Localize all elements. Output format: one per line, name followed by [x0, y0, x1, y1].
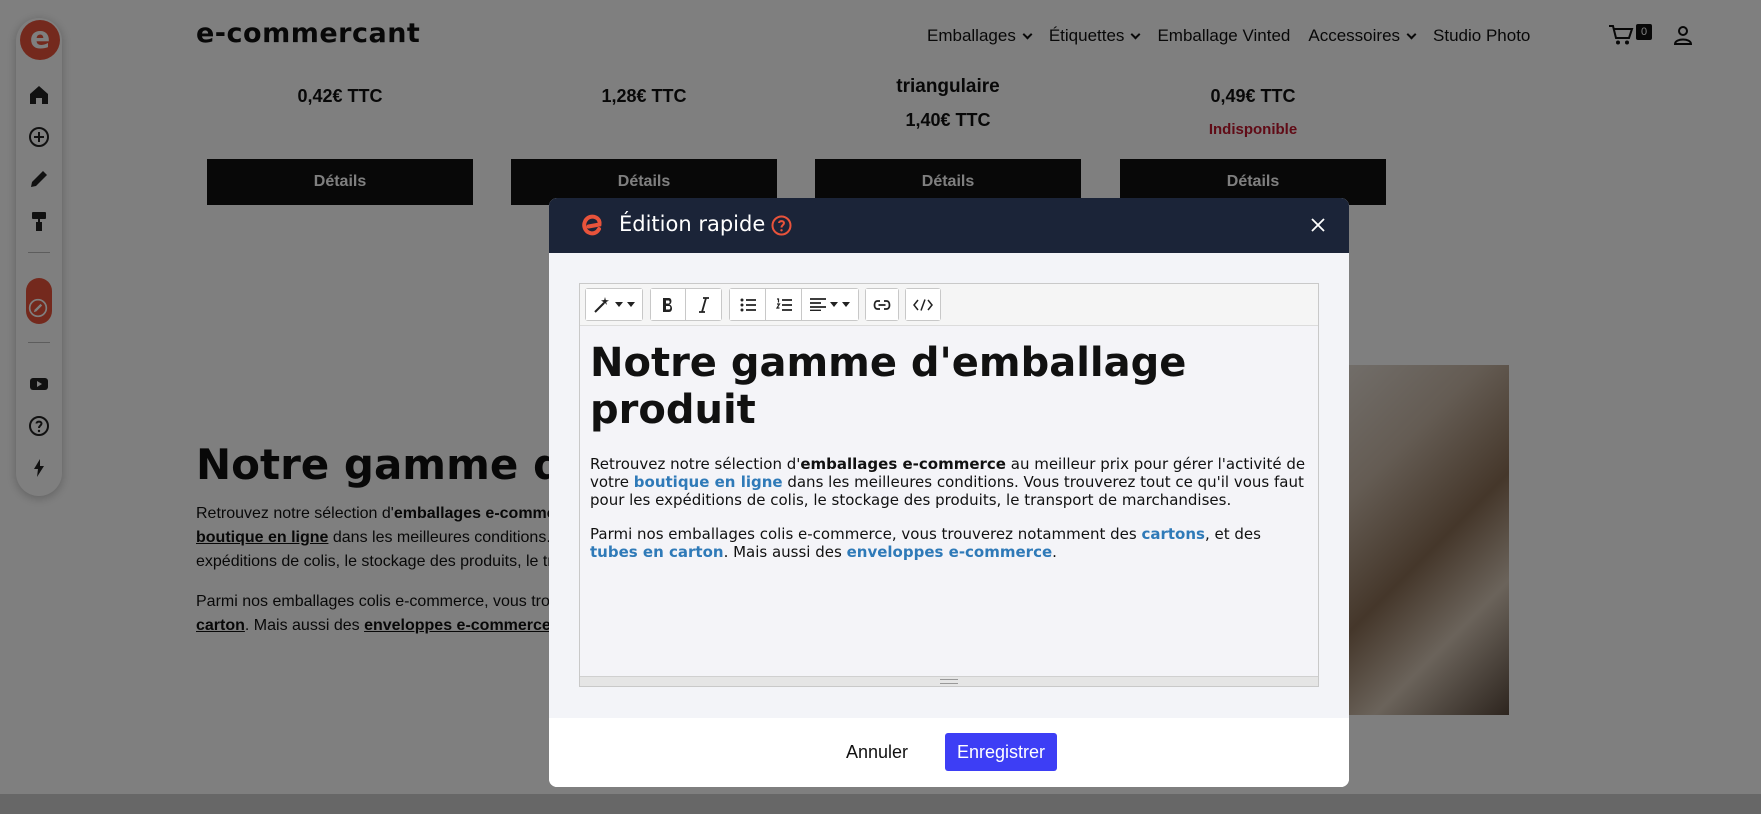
tubes-link[interactable]: tubes en carton: [590, 543, 724, 561]
italic-icon: [698, 296, 709, 313]
numbered-list-button[interactable]: [766, 289, 802, 320]
close-icon[interactable]: [1309, 216, 1327, 234]
caret-down-icon: [627, 302, 635, 307]
content-heading[interactable]: Notre gamme d'emballage produit: [590, 340, 1310, 434]
cartons-link[interactable]: cartons: [1141, 525, 1205, 543]
modal-title: Édition rapide: [619, 212, 766, 236]
link-icon: [873, 299, 891, 310]
italic-button[interactable]: [686, 289, 721, 320]
cancel-button[interactable]: Annuler: [835, 733, 919, 771]
text: Retrouvez notre sélection d': [590, 455, 801, 473]
enveloppes-link[interactable]: enveloppes e-commerce: [847, 543, 1053, 561]
code-view-button[interactable]: [906, 289, 940, 320]
rich-text-editor: Notre gamme d'emballage produit Retrouve…: [579, 283, 1319, 687]
text: .: [1052, 543, 1057, 561]
resize-grip-icon: [940, 679, 958, 684]
bullet-list-button[interactable]: [730, 289, 766, 320]
content-paragraph[interactable]: Parmi nos emballages colis e-commerce, v…: [590, 525, 1310, 561]
toolbar-group-link: [865, 288, 899, 321]
content-paragraph[interactable]: Retrouvez notre sélection d'emballages e…: [590, 455, 1310, 509]
editor-toolbar: [580, 284, 1318, 326]
brand-logo-icon: [582, 214, 602, 236]
boutique-link[interactable]: boutique en ligne: [634, 473, 783, 491]
bold-button[interactable]: [651, 289, 686, 320]
modal-header: Édition rapide: [549, 198, 1349, 253]
caret-down-icon: [842, 302, 850, 307]
bullet-list-icon: [740, 298, 756, 311]
numbered-list-icon: [775, 297, 792, 311]
toolbar-group-style: [585, 288, 643, 321]
toolbar-group-code: [905, 288, 941, 321]
style-dropdown-button[interactable]: [586, 289, 642, 320]
link-button[interactable]: [866, 289, 898, 320]
text: . Mais aussi des: [723, 543, 847, 561]
align-left-icon: [810, 298, 826, 311]
modal-body: Notre gamme d'emballage produit Retrouve…: [549, 253, 1349, 718]
text: Parmi nos emballages colis e-commerce, v…: [590, 525, 1142, 543]
text-bold: emballages e-commerce: [800, 455, 1006, 473]
align-dropdown-button[interactable]: [802, 289, 858, 320]
magic-wand-icon: [594, 296, 609, 313]
editor-content-area[interactable]: Notre gamme d'emballage produit Retrouve…: [590, 340, 1310, 577]
bold-icon: [663, 297, 672, 312]
help-icon[interactable]: [771, 215, 792, 236]
save-button[interactable]: Enregistrer: [945, 733, 1057, 771]
quick-edit-modal: Édition rapide Notre gamme d'emballage p…: [549, 198, 1349, 787]
text: , et des: [1204, 525, 1261, 543]
toolbar-group-format: [650, 288, 722, 321]
caret-down-icon: [830, 302, 838, 307]
caret-down-icon: [615, 302, 623, 307]
editor-resize-handle[interactable]: [580, 676, 1318, 686]
modal-footer: Annuler Enregistrer: [549, 718, 1349, 787]
code-icon: [913, 298, 933, 311]
toolbar-group-paragraph: [729, 288, 859, 321]
